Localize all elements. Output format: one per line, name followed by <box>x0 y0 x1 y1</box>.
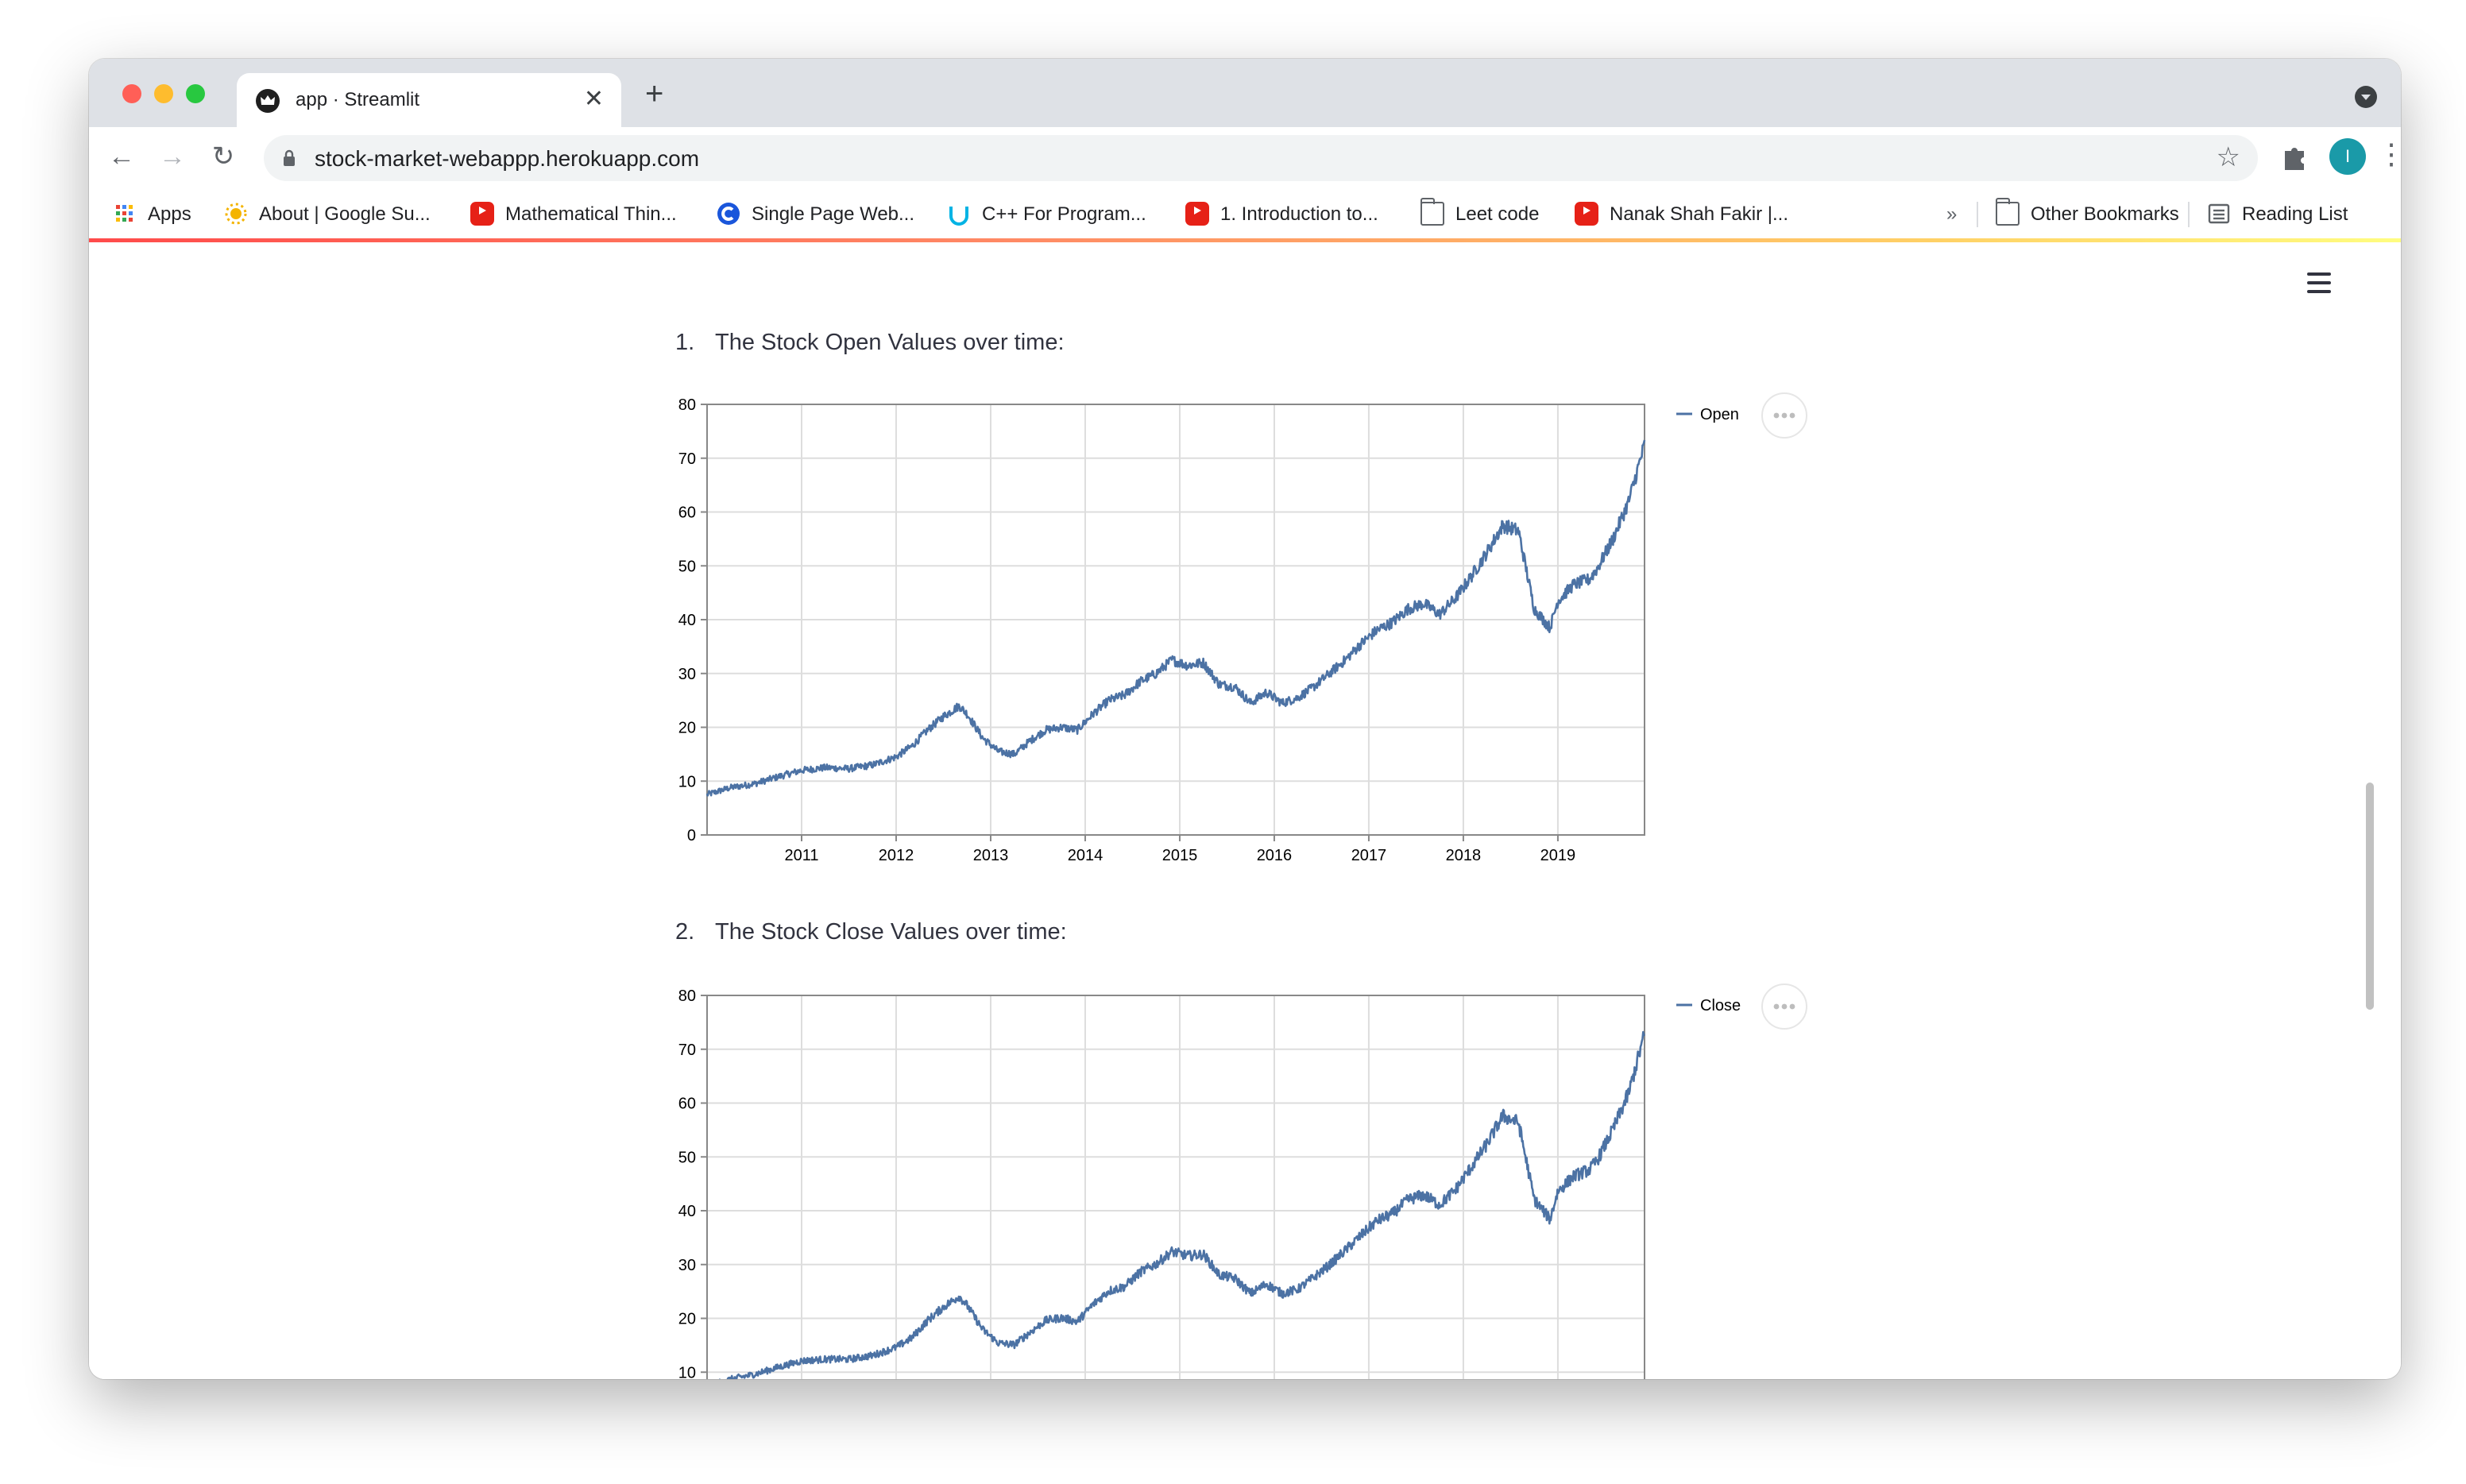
close-icon[interactable]: ✕ <box>584 86 604 113</box>
y-tick-label: 10 <box>678 773 696 790</box>
scrollbar[interactable] <box>2366 783 2374 1010</box>
plot-frame <box>706 995 1645 1379</box>
other-bookmarks-label: Other Bookmarks <box>2031 203 2179 225</box>
streamlit-crown-icon <box>256 89 280 113</box>
bookmark-mathematical-thinking[interactable]: Mathematical Thin... <box>470 200 677 229</box>
puzzle-extensions-icon[interactable] <box>2279 141 2310 173</box>
x-tick-label: 2017 <box>1351 847 1387 864</box>
tab-strip: app · Streamlit ✕ + <box>89 59 2401 127</box>
folder-icon <box>1420 197 1444 226</box>
y-tick-label: 20 <box>678 720 696 737</box>
bookmark-introduction[interactable]: 1. Introduction to... <box>1185 200 1378 229</box>
ellipsis-icon <box>1781 412 1788 419</box>
divider <box>2188 202 2190 227</box>
maximize-window-button[interactable] <box>186 84 205 103</box>
y-tick-label: 50 <box>678 558 696 575</box>
x-tick-label: 2012 <box>879 847 914 864</box>
x-tick-label: 2019 <box>1540 847 1576 864</box>
y-tick-label: 80 <box>678 396 696 414</box>
ellipsis-icon <box>1773 1003 1780 1010</box>
minimize-window-button[interactable] <box>154 84 173 103</box>
bookmark-label: Mathematical Thin... <box>505 203 677 225</box>
close-window-button[interactable] <box>122 84 141 103</box>
x-tick-label: 2013 <box>973 847 1009 864</box>
bookmarks-overflow-button[interactable]: » <box>1946 200 1957 229</box>
legend-label: Close <box>1700 997 1741 1014</box>
x-tick-label: 2011 <box>784 847 818 864</box>
bookmark-apps[interactable]: Apps <box>113 200 191 229</box>
ellipsis-icon <box>1781 1003 1788 1010</box>
avatar[interactable]: I <box>2329 138 2366 175</box>
y-tick-label: 20 <box>678 1311 696 1328</box>
y-tick-label: 80 <box>678 987 696 1005</box>
folder-icon <box>1996 197 2020 226</box>
y-tick-label: 50 <box>678 1149 696 1166</box>
divider <box>1977 202 1978 227</box>
series-line-open <box>705 439 1646 797</box>
kebab-menu-icon[interactable]: ⋮ <box>2377 138 2401 175</box>
bookmark-label: Nanak Shah Fakir |... <box>1610 203 1788 225</box>
page-content: 1. The Stock Open Values over time: 2. The… <box>89 242 2401 1379</box>
lock-icon <box>284 149 295 166</box>
toolbar: ← → ↻ stock-market-webappp.herokuapp.com… <box>89 127 2401 189</box>
bookmark-nanak-shah-fakir[interactable]: Nanak Shah Fakir |... <box>1575 200 1788 229</box>
x-tick-label: 2014 <box>1068 847 1104 864</box>
y-tick-label: 0 <box>687 827 696 844</box>
x-tick-label: 2016 <box>1257 847 1293 864</box>
address-bar[interactable]: stock-market-webappp.herokuapp.com ☆ <box>264 135 2258 181</box>
other-bookmarks[interactable]: Other Bookmarks <box>1996 197 2179 229</box>
bookmark-cpp-programmers[interactable]: C++ For Program... <box>947 200 1146 229</box>
bookmark-label: 1. Introduction to... <box>1220 203 1378 225</box>
url-text: stock-market-webappp.herokuapp.com <box>315 146 700 171</box>
browser-tab[interactable]: app · Streamlit ✕ <box>237 73 621 127</box>
series-line-close <box>718 1030 1646 1379</box>
c-logo-icon <box>717 202 740 225</box>
bookmark-label: Single Page Web... <box>752 203 915 225</box>
youtube-icon <box>1575 201 1598 226</box>
browser-window: app · Streamlit ✕ + ← → ↻ stock-market-w… <box>89 59 2401 1379</box>
apps-grid-icon <box>116 204 133 222</box>
y-tick-label: 30 <box>678 1257 696 1274</box>
ellipsis-icon <box>1789 1003 1795 1010</box>
sun-icon <box>225 203 247 225</box>
reload-icon[interactable]: ↻ <box>205 138 242 175</box>
legend-label: Open <box>1700 406 1739 423</box>
y-tick-label: 40 <box>678 612 696 629</box>
youtube-icon <box>470 201 494 226</box>
udacity-icon <box>949 206 968 226</box>
charts-canvas: 010203040506070802011 2012 2013 2014 2015 201… <box>678 392 1807 1379</box>
x-tick-label: 2018 <box>1446 847 1482 864</box>
bookmark-label: About | Google Su... <box>259 203 431 225</box>
forward-arrow-icon[interactable]: → <box>154 138 191 175</box>
reading-list[interactable]: Reading List <box>2207 200 2348 229</box>
plus-icon[interactable]: + <box>645 76 663 111</box>
tab-search-icon[interactable] <box>2355 86 2377 108</box>
bookmark-label: Apps <box>148 203 191 225</box>
tab-title: app · Streamlit <box>296 89 420 110</box>
bookmark-single-page-web[interactable]: Single Page Web... <box>717 200 914 229</box>
y-tick-label: 10 <box>678 1364 696 1379</box>
bookmarks-bar: Apps About | Google Su... Mathematical T… <box>89 189 2401 240</box>
y-tick-label: 60 <box>678 504 696 522</box>
youtube-icon <box>1185 201 1209 226</box>
bookmark-google-summer[interactable]: About | Google Su... <box>224 200 431 229</box>
reading-list-icon <box>2208 203 2230 223</box>
ellipsis-icon <box>1773 412 1780 419</box>
y-tick-label: 70 <box>678 450 696 468</box>
y-tick-label: 60 <box>678 1096 696 1113</box>
y-tick-label: 30 <box>678 666 696 683</box>
bookmark-leet-code[interactable]: Leet code <box>1420 197 1540 229</box>
reading-list-label: Reading List <box>2242 203 2348 225</box>
bookmark-label: C++ For Program... <box>982 203 1146 225</box>
y-tick-label: 40 <box>678 1203 696 1220</box>
back-arrow-icon[interactable]: ← <box>103 138 140 175</box>
x-tick-label: 2015 <box>1162 847 1198 864</box>
y-tick-label: 70 <box>678 1042 696 1059</box>
star-icon[interactable]: ☆ <box>2217 141 2240 173</box>
ellipsis-icon <box>1789 412 1795 419</box>
bookmark-label: Leet code <box>1455 203 1540 225</box>
